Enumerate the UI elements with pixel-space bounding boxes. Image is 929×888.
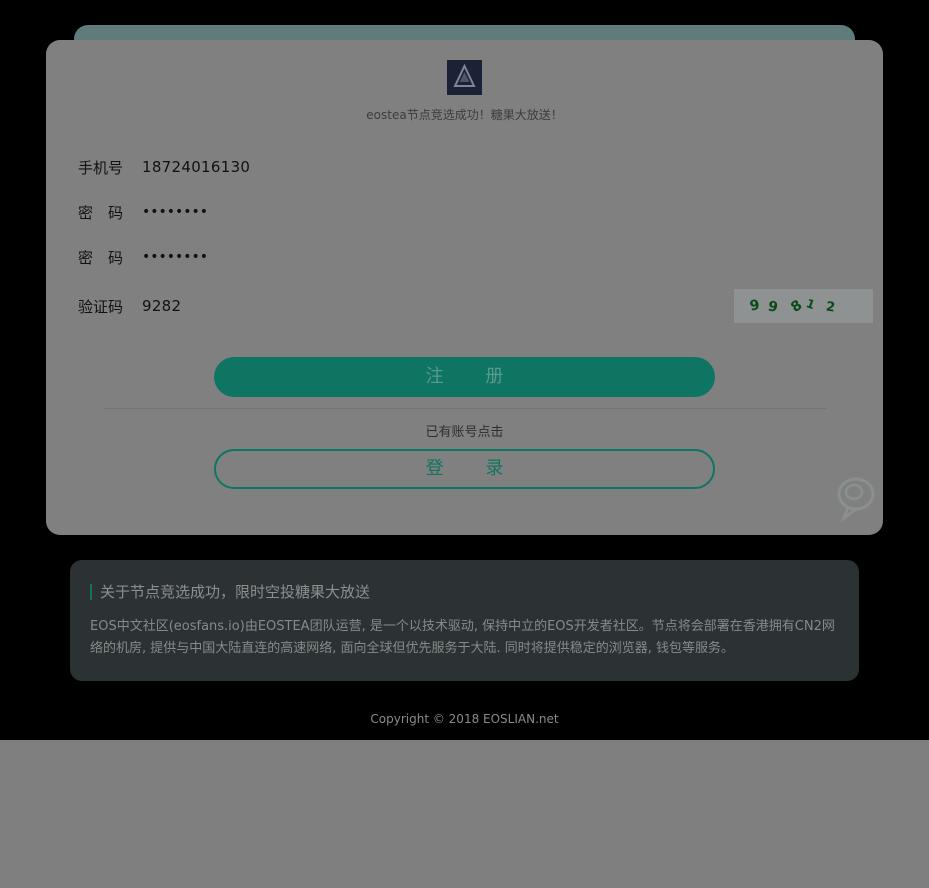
captcha-input[interactable]: 9282 <box>142 297 181 315</box>
password-row: 密 码 •••••••• <box>78 201 208 223</box>
phone-row: 手机号 18724016130 <box>78 156 250 178</box>
info-body: EOS中文社区(eosfans.io)由EOSTEA团队运营, 是一个以技术驱动… <box>90 619 835 656</box>
register-card: eostea节点竞选成功！糖果大放送！ 手机号 18724016130 密 码 … <box>46 40 883 535</box>
info-title: 关于节点竞选成功，限时空投糖果大放送 <box>90 584 370 600</box>
eos-logo-icon <box>447 60 482 95</box>
chat-bubble-icon[interactable] <box>834 470 878 524</box>
phone-label: 手机号 <box>78 158 124 177</box>
copyright: Copyright © 2018 EOSLIAN.net <box>370 712 559 726</box>
svg-text:9: 9 <box>748 297 760 314</box>
confirm-password-label: 密 码 <box>78 248 124 267</box>
password-label: 密 码 <box>78 203 124 222</box>
register-button[interactable]: 注 册 <box>214 357 715 397</box>
tagline: eostea节点竞选成功！糖果大放送！ <box>366 108 563 122</box>
confirm-password-input[interactable]: •••••••• <box>142 249 208 265</box>
svg-text:1: 1 <box>804 296 817 312</box>
password-input[interactable]: •••••••• <box>142 204 208 220</box>
svg-text:2: 2 <box>825 300 836 316</box>
phone-input[interactable]: 18724016130 <box>142 158 250 176</box>
captcha-label: 验证码 <box>78 297 124 316</box>
info-panel: 关于节点竞选成功，限时空投糖果大放送 EOS中文社区(eosfans.io)由E… <box>70 560 859 681</box>
login-hint: 已有账号点击 <box>425 425 504 440</box>
svg-text:9: 9 <box>766 298 779 316</box>
divider <box>104 408 826 409</box>
confirm-password-row: 密 码 •••••••• <box>78 246 208 268</box>
login-button[interactable]: 登 录 <box>214 449 715 489</box>
captcha-image[interactable]: 9 9 8 1 2 <box>734 289 873 323</box>
svg-text:8: 8 <box>788 297 805 316</box>
captcha-row: 验证码 9282 <box>78 295 181 317</box>
